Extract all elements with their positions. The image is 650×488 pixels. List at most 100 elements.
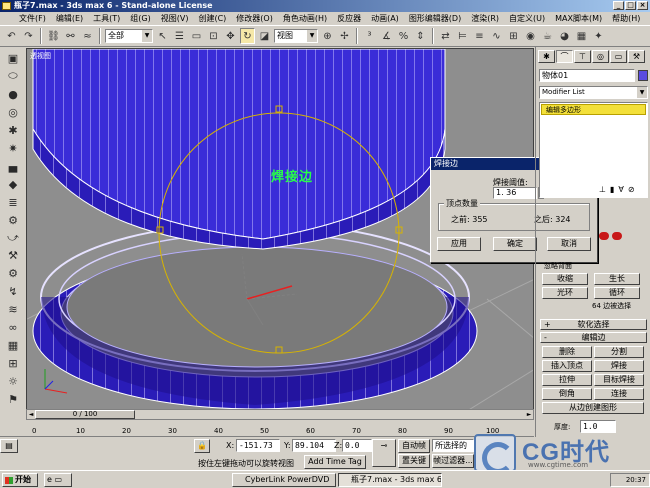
threshold-input[interactable]: 1. 36 xyxy=(493,187,537,199)
hierarchy-tab-icon[interactable]: ⊤ xyxy=(574,50,591,63)
uvw-icon[interactable]: ⊞ xyxy=(4,356,22,371)
render-icon[interactable]: ☼ xyxy=(4,374,22,389)
window-title-bar[interactable]: 瓶子7.max - 3ds max 6 - Stand-alone Licens… xyxy=(0,0,650,12)
unlink-icon[interactable]: ⚯ xyxy=(63,28,78,44)
select-by-name-icon[interactable]: ☰ xyxy=(172,28,187,44)
menu-customize[interactable]: 自定义(U) xyxy=(504,12,550,25)
select-scale-icon[interactable]: ◪ xyxy=(257,28,272,44)
menu-maxscript[interactable]: MAX脚本(M) xyxy=(550,12,607,25)
snap-3d-icon[interactable]: ³ xyxy=(362,28,377,44)
make-unique-icon[interactable]: ∀ xyxy=(618,185,623,194)
cylinder-icon[interactable]: ⬭ xyxy=(4,69,22,84)
align-icon[interactable]: ⊨ xyxy=(455,28,470,44)
menu-views[interactable]: 视图(V) xyxy=(156,12,194,25)
apply-button[interactable]: 应用 xyxy=(437,237,481,251)
key-icon[interactable]: ⊸ xyxy=(372,439,396,467)
target-weld-button[interactable]: 目标焊接 xyxy=(594,374,644,386)
mirror-icon[interactable]: ⇄ xyxy=(438,28,453,44)
insert-vertex-button[interactable]: 插入顶点 xyxy=(542,360,592,372)
grow-button[interactable]: 生长 xyxy=(594,273,640,285)
remove-button[interactable]: 删除 xyxy=(542,346,592,358)
camera-icon[interactable]: ▄ xyxy=(4,159,22,174)
render-scene-icon[interactable]: ☕ xyxy=(540,28,555,44)
stack-item-edit-poly[interactable]: 编辑多边形 xyxy=(541,104,646,115)
ok-button[interactable]: 确定 xyxy=(493,237,537,251)
bend-icon[interactable]: ⤻ xyxy=(4,231,22,246)
menu-reactor[interactable]: 反应器 xyxy=(332,12,366,25)
modifier-list-dropdown[interactable]: Modifier List ▼ xyxy=(539,86,648,99)
y-coordinate-field[interactable]: 89.104 xyxy=(292,439,336,452)
maxscript-listener-icon[interactable]: ▤ xyxy=(0,439,18,453)
start-button[interactable]: 开始 xyxy=(2,473,38,487)
gear-icon[interactable]: ⚙ xyxy=(4,266,22,281)
sphere-icon[interactable]: ● xyxy=(4,87,22,102)
tool-icon[interactable]: ⚒ xyxy=(4,248,22,263)
extrude-button[interactable]: 拉伸 xyxy=(542,374,592,386)
active-shade-icon[interactable]: ✦ xyxy=(591,28,606,44)
x-coordinate-field[interactable]: -151.73 xyxy=(236,439,280,452)
motion-tab-icon[interactable]: ◎ xyxy=(592,50,609,63)
minimize-button[interactable]: _ xyxy=(613,1,624,10)
reference-coord-dropdown[interactable]: 视图 ▼ xyxy=(274,29,318,43)
layer-manager-icon[interactable]: ≡ xyxy=(472,28,487,44)
remove-modifier-icon[interactable]: ⊘ xyxy=(628,185,635,194)
select-object-icon[interactable]: ↖ xyxy=(155,28,170,44)
select-link-icon[interactable]: ⛓ xyxy=(46,28,61,44)
polygon-icon[interactable] xyxy=(612,232,622,240)
element-icon[interactable] xyxy=(599,232,609,240)
render-type-icon[interactable]: ▦ xyxy=(574,28,589,44)
select-move-icon[interactable]: ✥ xyxy=(223,28,238,44)
object-name-field[interactable]: 物体01 xyxy=(539,69,635,82)
create-shape-from-edges-button[interactable]: 从边创建图形 xyxy=(542,402,644,414)
utility-icon[interactable]: ⚑ xyxy=(4,392,22,407)
menu-group[interactable]: 组(G) xyxy=(125,12,155,25)
viewport-label[interactable]: 透视图 xyxy=(30,51,51,61)
set-key-button[interactable]: 置关键 xyxy=(398,454,430,468)
pin-stack-icon[interactable]: ⊥ xyxy=(599,185,606,194)
manipulate-icon[interactable]: ✢ xyxy=(337,28,352,44)
taskbar-item-powerdvd[interactable]: CyberLink PowerDVD xyxy=(232,473,336,487)
loop-button[interactable]: 循环 xyxy=(594,287,640,299)
menu-file[interactable]: 文件(F) xyxy=(14,12,51,25)
ring-button[interactable]: 光环 xyxy=(542,287,588,299)
auto-key-button[interactable]: 自动帧 xyxy=(398,439,430,453)
percent-snap-icon[interactable]: % xyxy=(396,28,411,44)
menu-edit[interactable]: 编辑(E) xyxy=(51,12,88,25)
soft-selection-rollout[interactable]: + 软化选择 xyxy=(540,319,647,330)
taskbar-item-3dsmax[interactable]: 瓶子7.max - 3ds max 6 - xyxy=(338,473,442,487)
select-rotate-icon[interactable]: ↻ xyxy=(240,28,255,44)
shrink-button[interactable]: 收缩 xyxy=(542,273,588,285)
twist-icon[interactable]: ∞ xyxy=(4,320,22,335)
weld-button[interactable]: 焊接 xyxy=(594,360,644,372)
mesh-icon[interactable]: ▦ xyxy=(4,338,22,353)
display-tab-icon[interactable]: ▭ xyxy=(610,50,627,63)
track-bar[interactable]: 0 10 20 30 40 50 60 70 80 90 100 xyxy=(0,420,534,437)
star-icon[interactable]: ✱ xyxy=(4,123,22,138)
material-editor-icon[interactable]: ◉ xyxy=(523,28,538,44)
split-button[interactable]: 分割 xyxy=(594,346,644,358)
bind-space-warp-icon[interactable]: ≈ xyxy=(80,28,95,44)
box-icon[interactable]: ▣ xyxy=(4,51,22,66)
time-slider-thumb[interactable]: 0 / 100 xyxy=(35,410,135,419)
menu-animation[interactable]: 动画(A) xyxy=(366,12,404,25)
wedge-icon[interactable]: ◆ xyxy=(4,177,22,192)
window-crossing-icon[interactable]: ⊡ xyxy=(206,28,221,44)
prev-frame-icon[interactable]: ◄ xyxy=(27,410,35,419)
spinner-snap-icon[interactable]: ⇕ xyxy=(413,28,428,44)
pivot-center-icon[interactable]: ⊕ xyxy=(320,28,335,44)
selection-set-dropdown[interactable]: 所选择的 xyxy=(432,439,474,452)
add-time-tag-button[interactable]: Add Time Tag xyxy=(304,455,366,469)
undo-icon[interactable]: ↶ xyxy=(4,28,19,44)
modify-tab-icon[interactable]: ⌒ xyxy=(556,50,573,63)
quick-render-icon[interactable]: ◕ xyxy=(557,28,572,44)
selection-filter-dropdown[interactable]: 全部 ▼ xyxy=(105,29,153,43)
close-button[interactable]: × xyxy=(637,1,648,10)
connect-button[interactable]: 连接 xyxy=(594,388,644,400)
ie-icon[interactable]: e xyxy=(47,475,52,484)
redo-icon[interactable]: ↷ xyxy=(21,28,36,44)
utilities-tab-icon[interactable]: ⚒ xyxy=(628,50,645,63)
time-slider[interactable]: ◄ 0 / 100 ► xyxy=(26,409,534,420)
z-coordinate-field[interactable]: 0.0 xyxy=(342,439,372,452)
menu-graph-editors[interactable]: 图形编辑器(D) xyxy=(404,12,466,25)
create-tab-icon[interactable]: ✱ xyxy=(538,50,555,63)
